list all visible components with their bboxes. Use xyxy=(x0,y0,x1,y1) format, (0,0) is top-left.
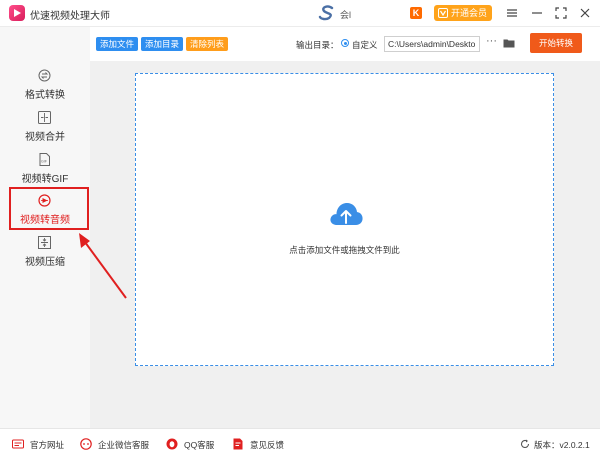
custom-radio-label[interactable]: 自定义 xyxy=(352,39,378,51)
sidebar-item-video-merge[interactable]: 视频合并 xyxy=(0,111,90,151)
sidebar-item-label: 视频压缩 xyxy=(25,257,65,268)
compress-icon xyxy=(38,236,51,249)
vip-button[interactable]: 开通会员 xyxy=(434,5,492,21)
close-button[interactable] xyxy=(576,4,594,22)
maximize-button[interactable] xyxy=(552,4,570,22)
sidebar-item-label: 视频转GIF xyxy=(21,174,69,185)
folder-icon[interactable] xyxy=(503,38,515,48)
hamburger-icon xyxy=(507,9,517,17)
website-icon xyxy=(12,439,24,449)
video-merge-icon xyxy=(38,111,51,124)
qq-icon xyxy=(166,438,178,450)
cloud-upload-icon xyxy=(330,203,363,225)
toolbar: 添加文件 添加目录 清除列表 输出目录： 自定义 C:\Users\admin\… xyxy=(90,27,600,61)
sidebar-item-video-compress[interactable]: 视频压缩 xyxy=(0,236,90,276)
browse-button[interactable]: ··· xyxy=(486,35,497,47)
add-directory-button[interactable]: 添加目录 xyxy=(141,37,184,51)
clear-list-button[interactable]: 清除列表 xyxy=(186,37,229,51)
wechat-service-icon xyxy=(80,438,92,450)
custom-radio[interactable] xyxy=(341,39,349,47)
start-convert-button[interactable]: 开始转换 xyxy=(530,33,582,53)
app-logo-icon xyxy=(9,5,25,21)
title-bar: 优速视频处理大师 会l K 开通会员 xyxy=(0,0,600,27)
drop-zone[interactable]: 点击添加文件或拖拽文件到此 xyxy=(135,73,554,366)
highlight-box xyxy=(9,187,89,230)
sidebar-item-label: 格式转换 xyxy=(25,90,65,101)
minimize-icon xyxy=(532,12,542,14)
close-icon xyxy=(580,8,590,18)
main-area: 点击添加文件或拖拽文件到此 xyxy=(90,61,600,428)
website-label: 官方网址 xyxy=(30,440,65,450)
add-file-button[interactable]: 添加文件 xyxy=(96,37,139,51)
app-title: 优速视频处理大师 xyxy=(30,11,110,22)
crown-icon xyxy=(438,8,448,18)
output-path-field[interactable]: C:\Users\admin\Deskto xyxy=(384,36,480,52)
wechat-service-label: 企业微信客服 xyxy=(98,440,150,450)
maximize-icon xyxy=(555,7,567,19)
sidebar-item-format-convert[interactable]: 格式转换 xyxy=(0,69,90,109)
refresh-icon[interactable] xyxy=(520,439,530,449)
output-dir-label: 输出目录： xyxy=(296,40,339,50)
version-label: 版本：v2.0.2.1 xyxy=(534,440,590,450)
brand-s-icon xyxy=(318,5,334,21)
gif-icon: GIF xyxy=(39,153,50,166)
feedback-label: 意见反馈 xyxy=(250,440,285,450)
user-name[interactable]: 会l xyxy=(340,8,351,21)
svg-text:GIF: GIF xyxy=(41,160,48,164)
k-badge-icon[interactable]: K xyxy=(410,7,422,19)
qq-service-label: QQ客服 xyxy=(184,440,215,450)
footer-bar: 官方网址 企业微信客服 QQ客服 意见反馈 版本：v2.0.2.1 xyxy=(0,428,600,457)
feedback-icon xyxy=(233,438,243,450)
menu-button[interactable] xyxy=(503,4,521,22)
drop-hint-text: 点击添加文件或拖拽文件到此 xyxy=(289,245,400,255)
format-convert-icon xyxy=(38,69,51,82)
minimize-button[interactable] xyxy=(528,4,546,22)
vip-label: 开通会员 xyxy=(451,8,488,18)
sidebar-item-label: 视频合并 xyxy=(25,132,65,143)
